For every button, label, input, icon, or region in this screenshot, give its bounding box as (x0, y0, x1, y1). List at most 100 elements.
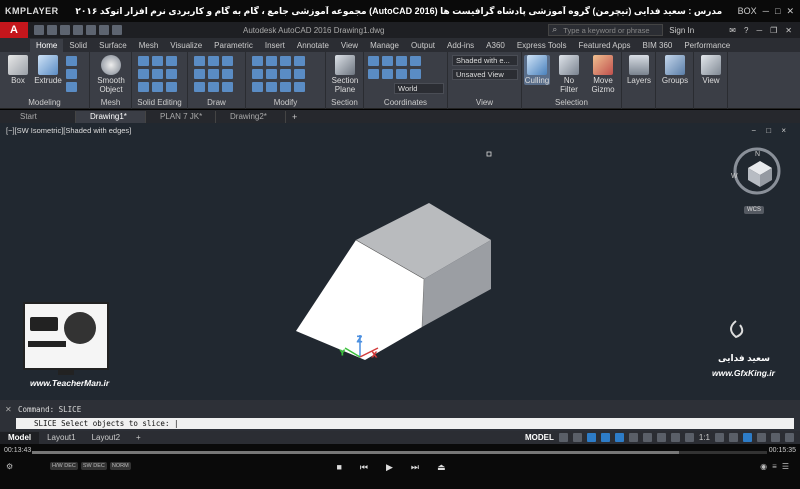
workspace-gear-icon[interactable] (715, 433, 724, 442)
stretch-icon[interactable] (252, 82, 263, 92)
search-input[interactable]: Type a keyword or phrase (548, 24, 664, 36)
hardware-accel-icon[interactable] (757, 433, 766, 442)
file-tab[interactable]: Drawing1* (76, 110, 146, 123)
sliced-solid[interactable] (296, 203, 491, 360)
ribbon-tab-output[interactable]: Output (405, 39, 441, 52)
arc-icon[interactable] (194, 69, 205, 79)
rotate-icon[interactable] (266, 56, 277, 66)
layout-tab-model[interactable]: Model (0, 431, 40, 444)
ribbon-tab-home[interactable]: Home (30, 39, 64, 52)
app-menu-button[interactable]: A (0, 22, 28, 38)
ortho-icon[interactable] (586, 433, 596, 442)
annotate-monitor-icon[interactable] (729, 433, 738, 442)
ucs-3point-icon[interactable] (410, 56, 421, 66)
extract-edges-icon[interactable] (138, 82, 149, 92)
ucs-y-icon[interactable] (382, 69, 393, 79)
box-button[interactable]: Box (4, 55, 32, 85)
subtract-icon[interactable] (152, 56, 163, 66)
ribbon-tab-performance[interactable]: Performance (678, 39, 736, 52)
saved-view-dropdown[interactable]: Unsaved View (452, 69, 518, 80)
line-icon[interactable] (194, 56, 205, 66)
slice-icon[interactable] (138, 69, 149, 79)
command-input[interactable]: SLICE Select objects to slice: | (16, 418, 794, 429)
circle-icon[interactable] (222, 56, 233, 66)
print-icon[interactable] (86, 25, 96, 35)
no-filter-button[interactable]: No Filter (554, 55, 584, 94)
ucs-view-icon[interactable] (410, 69, 421, 79)
copy-icon[interactable] (252, 69, 263, 79)
sweep-icon[interactable] (66, 69, 77, 79)
customization-icon[interactable] (785, 433, 794, 442)
ribbon-tab-express-tools[interactable]: Express Tools (511, 39, 573, 52)
section-plane-button[interactable]: Section Plane (328, 55, 362, 94)
drawing-viewport[interactable]: [−][SW Isometric][Shaded with edges] − □… (0, 123, 800, 400)
polyline-icon[interactable] (208, 56, 219, 66)
thicken-icon[interactable] (166, 69, 177, 79)
rectangle-icon[interactable] (208, 69, 219, 79)
help-icon[interactable]: ? (744, 26, 748, 35)
play-icon[interactable]: ▶ (386, 462, 411, 472)
window-close-icon[interactable]: ✕ (785, 26, 792, 35)
exchange-icon[interactable]: ✉ (729, 26, 736, 35)
ribbon-tab-bim-360[interactable]: BIM 360 (637, 39, 679, 52)
imprint-icon[interactable] (152, 82, 163, 92)
open-icon[interactable] (47, 25, 57, 35)
ucs-dropdown[interactable]: World (394, 83, 444, 94)
minimize-icon[interactable]: ─ (763, 6, 769, 17)
ribbon-tab-parametric[interactable]: Parametric (208, 39, 259, 52)
ribbon-tab-mesh[interactable]: Mesh (133, 39, 165, 52)
saveas-icon[interactable] (73, 25, 83, 35)
culling-button[interactable]: Culling (524, 55, 550, 85)
otrack-icon[interactable] (628, 433, 638, 442)
sign-in-button[interactable]: Sign In (669, 26, 729, 35)
file-tab[interactable]: Drawing2* (216, 110, 286, 123)
file-tab[interactable]: PLAN 7 JK* (146, 110, 216, 123)
visual-style-dropdown[interactable]: Shaded with e... (452, 55, 518, 66)
spline-icon[interactable] (194, 82, 205, 92)
transparency-icon[interactable] (656, 433, 666, 442)
ribbon-tab-surface[interactable]: Surface (93, 39, 133, 52)
prev-icon[interactable]: ⏮ (360, 462, 386, 472)
scale-icon[interactable] (266, 82, 277, 92)
playlist-icon[interactable]: ☰ (782, 462, 794, 471)
ribbon-tab-featured-apps[interactable]: Featured Apps (573, 39, 637, 52)
stop-icon[interactable]: ■ (336, 462, 359, 472)
smooth-object-button[interactable]: Smooth Object (92, 55, 130, 94)
annotation-scale[interactable]: 1:1 (699, 433, 710, 442)
lineweight-icon[interactable] (642, 433, 652, 442)
ribbon-tab-solid[interactable]: Solid (63, 39, 93, 52)
view-button[interactable]: View (696, 55, 726, 85)
ribbon-tab-manage[interactable]: Manage (364, 39, 405, 52)
ribbon-tab-annotate[interactable]: Annotate (291, 39, 335, 52)
equalizer-icon[interactable]: ≡ (772, 462, 782, 471)
mirror-icon[interactable] (266, 69, 277, 79)
ucs-z-icon[interactable] (396, 69, 407, 79)
player-box-label[interactable]: BOX (738, 6, 757, 17)
interfere-icon[interactable] (152, 69, 163, 79)
seek-bar[interactable] (32, 451, 767, 454)
fillet-icon[interactable] (280, 69, 291, 79)
ribbon-tab-add-ins[interactable]: Add-ins (441, 39, 480, 52)
redo-icon[interactable] (112, 25, 122, 35)
ucs-origin-icon[interactable] (396, 56, 407, 66)
loft-icon[interactable] (66, 82, 77, 92)
ribbon-tab-a360[interactable]: A360 (480, 39, 511, 52)
close-icon[interactable]: ✕ (786, 6, 794, 17)
union-icon[interactable] (138, 56, 149, 66)
offset-icon[interactable] (294, 82, 305, 92)
ellipse-icon[interactable] (208, 82, 219, 92)
ucs-x-icon[interactable] (368, 69, 379, 79)
explode-icon[interactable] (294, 69, 305, 79)
volume-icon[interactable]: ◉ (760, 462, 772, 471)
array-icon[interactable] (280, 82, 291, 92)
wcs-label[interactable]: WCS (744, 206, 764, 214)
point-icon[interactable] (222, 82, 233, 92)
new-file-tab-button[interactable]: + (286, 112, 297, 122)
layout-tab-layout2[interactable]: Layout2 (84, 432, 128, 444)
shell-icon[interactable] (166, 82, 177, 92)
move-icon[interactable] (252, 56, 263, 66)
snap-icon[interactable] (572, 433, 582, 442)
hatch-icon[interactable] (222, 69, 233, 79)
save-icon[interactable] (60, 25, 70, 35)
window-minimize-icon[interactable]: ─ (756, 26, 762, 35)
